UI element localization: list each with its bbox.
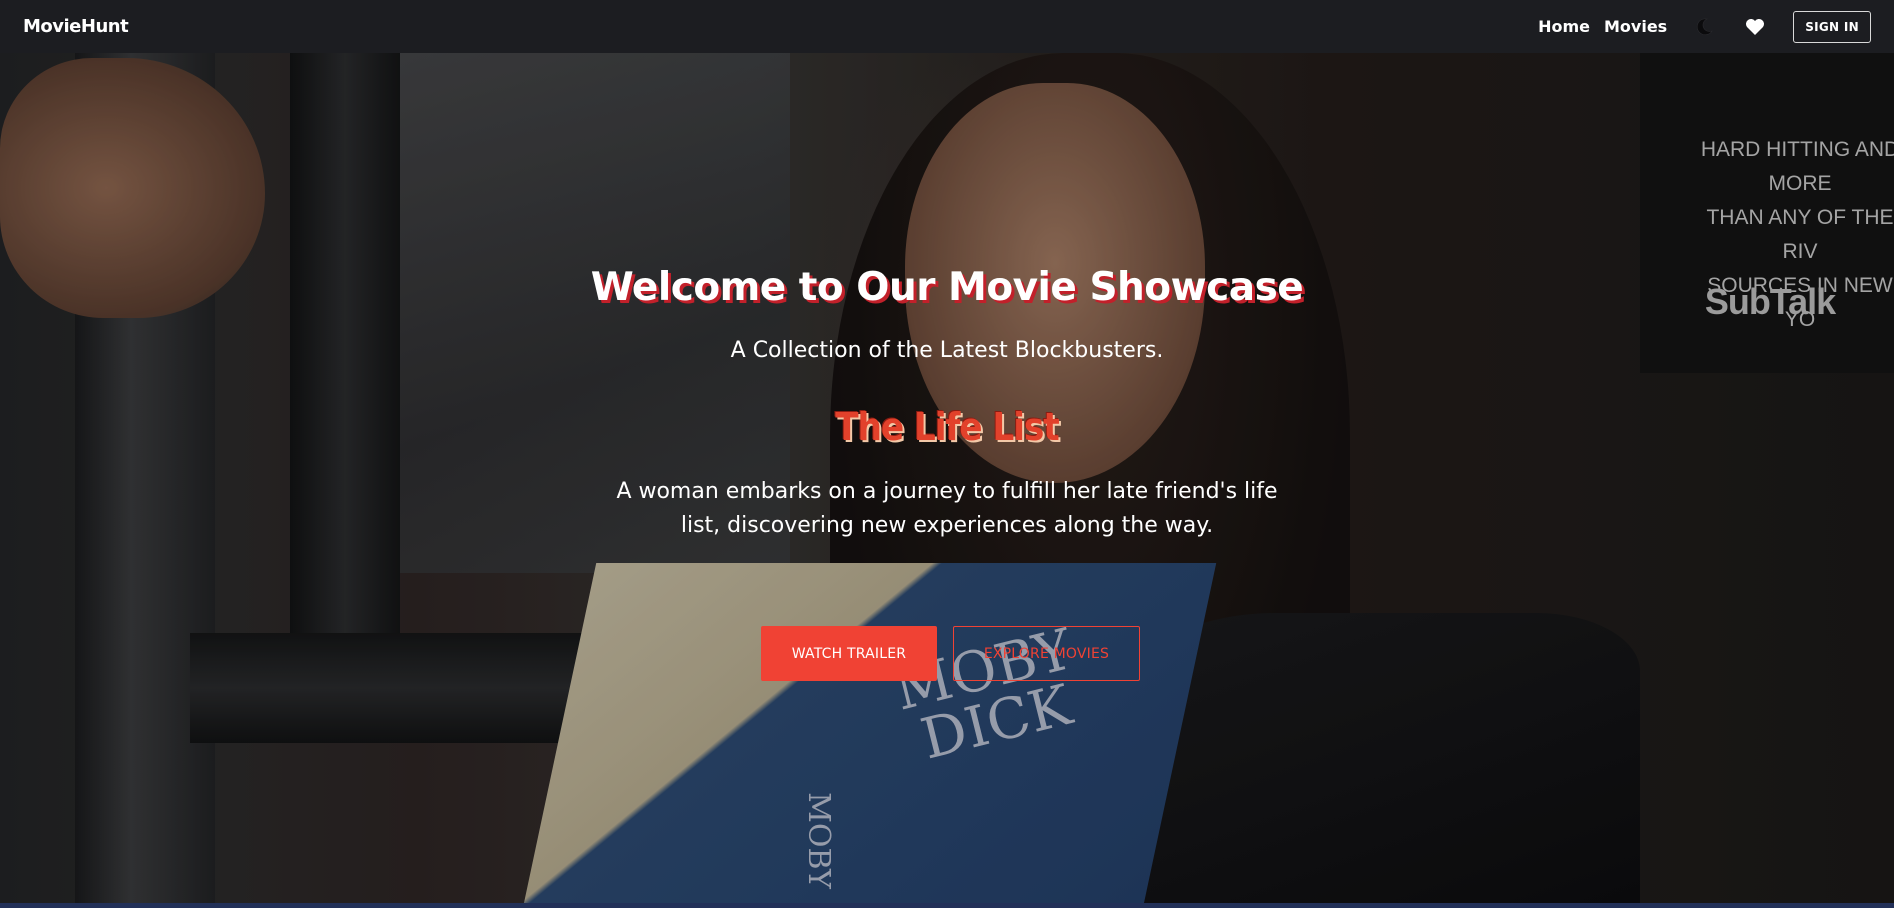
explore-movies-button[interactable]: EXPLORE MOVIES [953,626,1140,681]
hero-content: Welcome to Our Movie Showcase A Collecti… [0,53,1894,904]
nav-link-home[interactable]: Home [1538,17,1590,36]
featured-movie-title: The Life List [835,405,1059,449]
hero-button-row: WATCH TRAILER EXPLORE MOVIES [761,626,1140,681]
hero-section: HARD HITTING AND MORE THAN ANY OF THE RI… [0,53,1894,904]
featured-movie-description: A woman embarks on a journey to fulfill … [616,479,1278,538]
hero-title: Welcome to Our Movie Showcase [590,265,1304,310]
sign-in-button[interactable]: SIGN IN [1793,10,1871,43]
navbar: MovieHunt Home Movies SIGN IN [0,0,1894,53]
hero-subtitle: A Collection of the Latest Blockbusters. [730,338,1164,363]
heart-icon[interactable] [1743,15,1767,39]
nav-link-movies[interactable]: Movies [1604,17,1667,36]
brand-logo[interactable]: MovieHunt [23,16,129,37]
nav-right: Home Movies SIGN IN [1538,10,1871,43]
moon-icon[interactable] [1692,15,1716,39]
watch-trailer-button[interactable]: WATCH TRAILER [761,626,937,681]
